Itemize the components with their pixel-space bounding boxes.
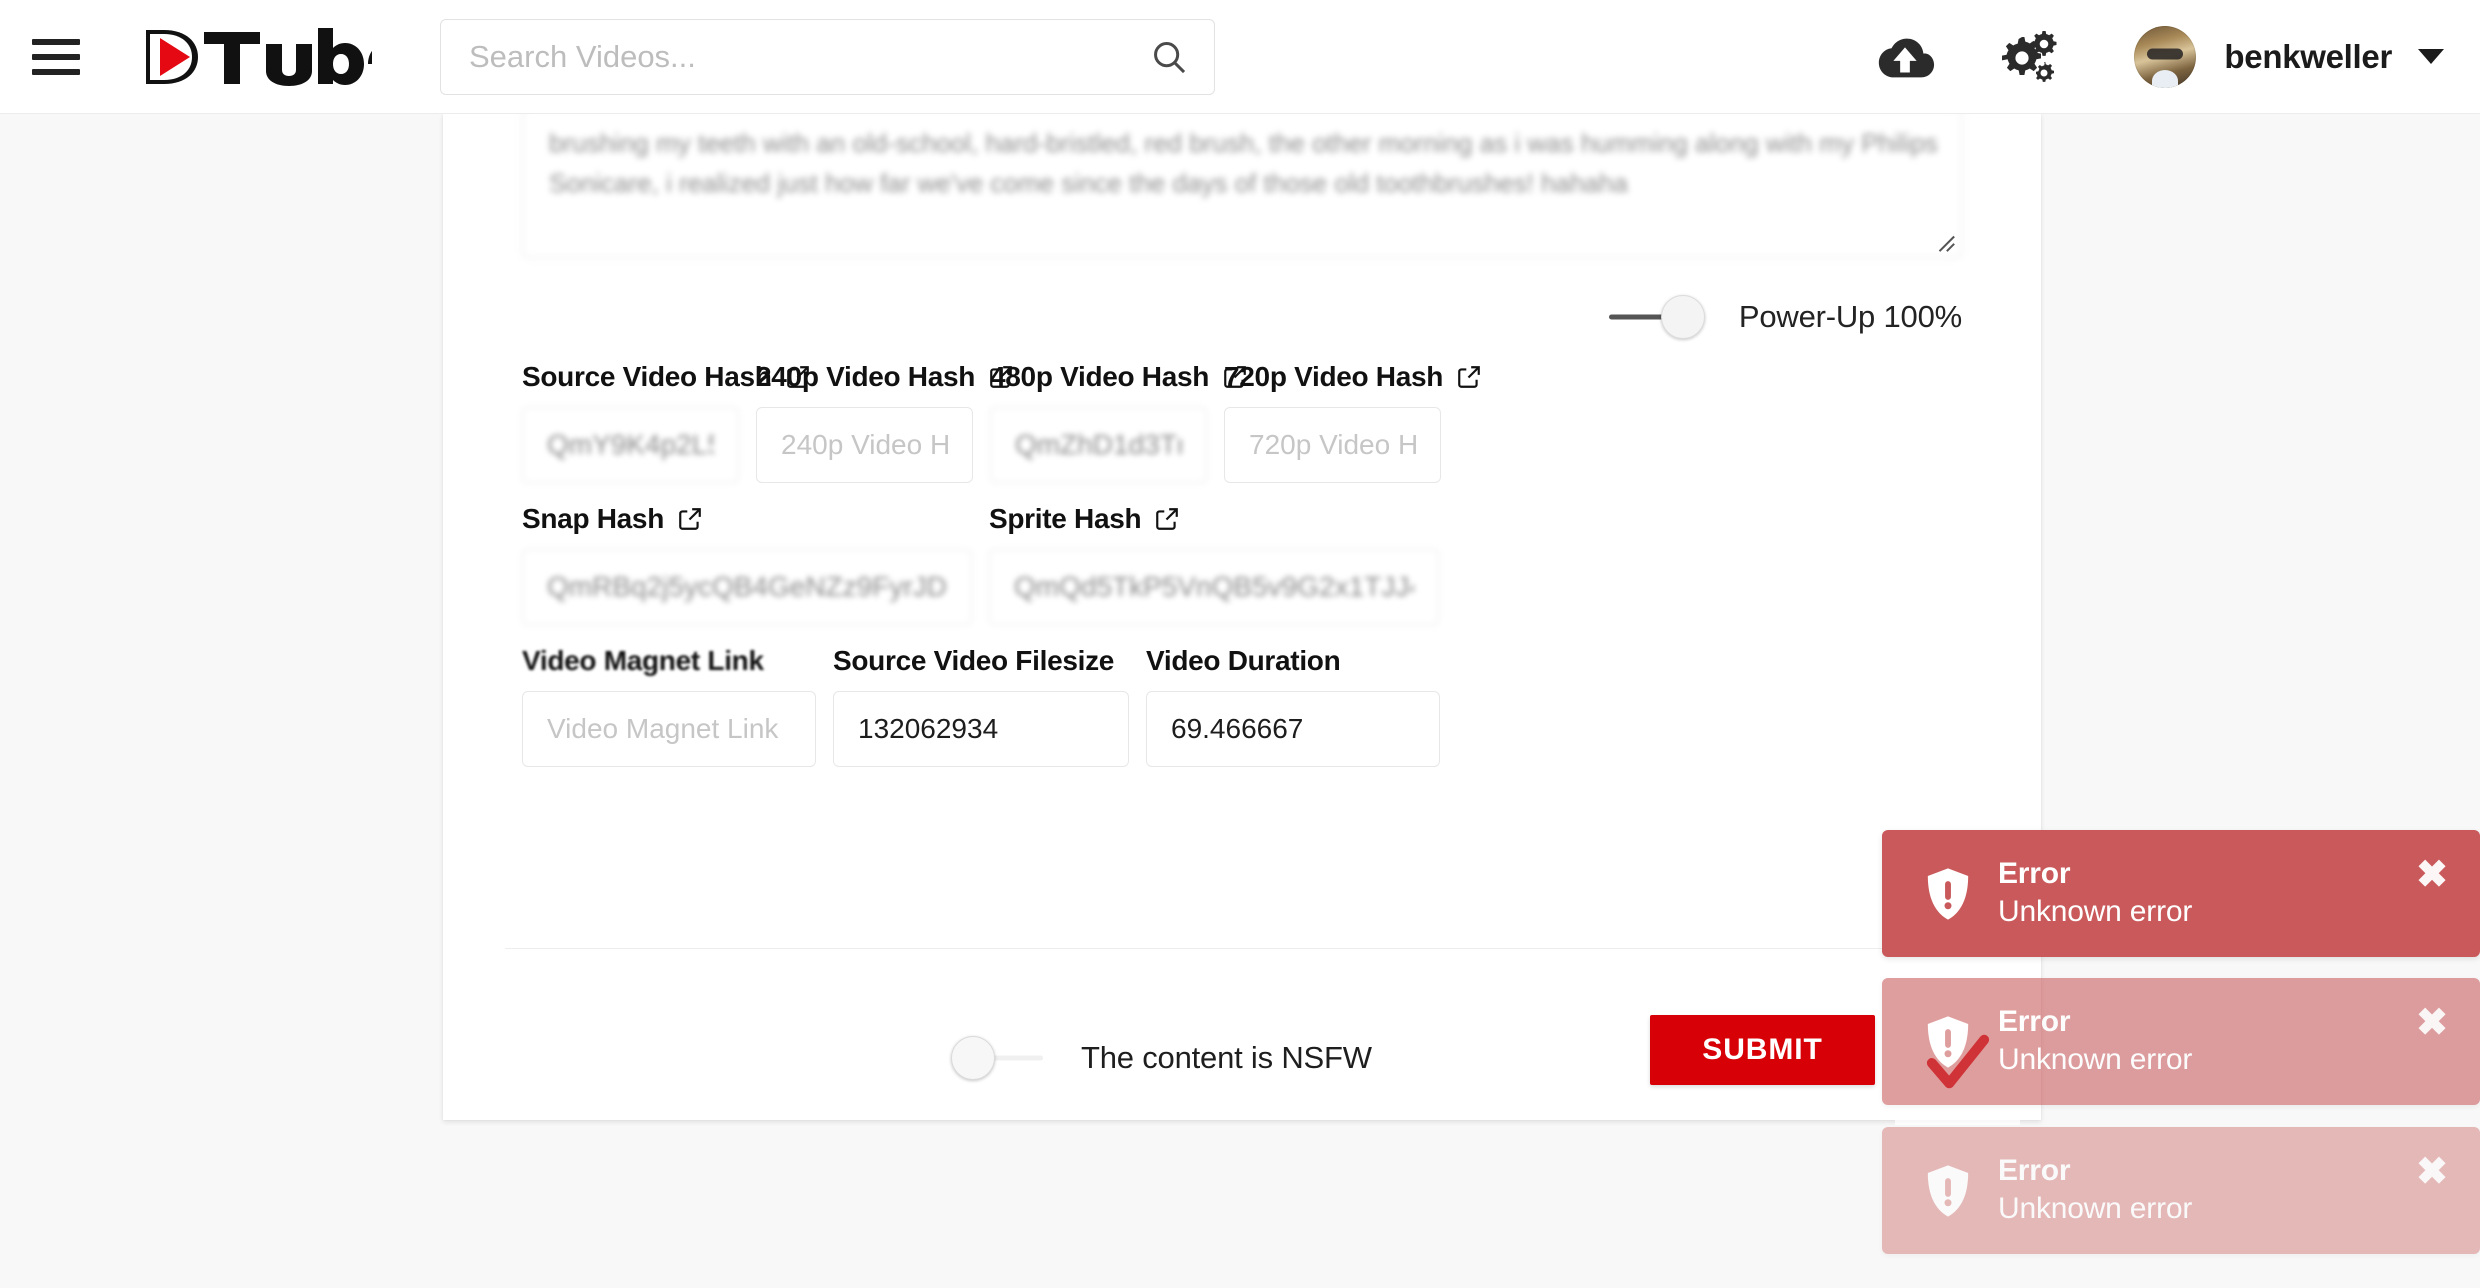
input-video-duration[interactable] <box>1146 691 1440 767</box>
nsfw-label: The content is NSFW <box>1081 1040 1372 1075</box>
toast-text: Error Unknown error <box>1998 856 2192 931</box>
user-avatar[interactable] <box>2134 25 2197 88</box>
input-240p-video-hash[interactable] <box>756 407 973 483</box>
error-toast[interactable]: Error Unknown error ✖ <box>1882 1127 2480 1254</box>
nsfw-toggle[interactable] <box>951 1036 1047 1080</box>
header-actions: benkweller <box>1860 25 2444 88</box>
label-240p-video-hash: 240p Video Hash <box>756 361 1012 393</box>
toggle-knob <box>1660 295 1705 339</box>
shield-exclamation-icon <box>1926 1164 1970 1217</box>
submit-button[interactable]: SUBMIT <box>1650 1015 1875 1085</box>
field-240p-video-hash: 240p Video Hash <box>756 361 1012 483</box>
close-icon[interactable]: ✖ <box>2416 1004 2448 1042</box>
power-up-label: Power-Up 100% <box>1738 299 1962 334</box>
snap-sprite-row: Snap Hash Sprite Hash <box>522 503 1962 625</box>
input-video-magnet-link[interactable] <box>522 691 816 767</box>
input-sprite-hash[interactable] <box>989 549 1439 625</box>
description-textarea[interactable] <box>522 108 1962 258</box>
field-video-duration: Video Duration <box>1146 645 1440 767</box>
section-divider <box>505 948 1979 949</box>
toast-text: Error Unknown error <box>1998 1004 2192 1079</box>
input-720p-video-hash[interactable] <box>1224 407 1441 483</box>
external-link-icon[interactable] <box>1154 506 1180 532</box>
input-source-video-hash[interactable] <box>522 407 739 483</box>
close-icon[interactable]: ✖ <box>2416 1153 2448 1191</box>
toast-title: Error <box>1998 1005 2071 1039</box>
form-footer: The content is NSFW SUBMIT <box>443 998 2041 1118</box>
field-480p-video-hash: 480p Video Hash <box>990 361 1246 483</box>
input-snap-hash[interactable] <box>522 549 972 625</box>
search-input[interactable] <box>441 19 1150 94</box>
shield-exclamation-icon <box>1926 867 1970 920</box>
field-sprite-hash: Sprite Hash <box>989 503 1439 625</box>
field-source-video-filesize: Source Video Filesize <box>833 645 1129 767</box>
toast-title: Error <box>1998 1154 2071 1188</box>
toast-title: Error <box>1998 857 2071 891</box>
toast-message: Unknown error <box>1998 895 2193 929</box>
toggle-knob <box>951 1036 995 1080</box>
toast-message: Unknown error <box>1998 1192 2193 1226</box>
description-field-wrapper <box>522 108 1962 258</box>
top-navbar: benkweller <box>0 0 2480 114</box>
field-source-video-hash: Source Video Hash <box>522 361 809 483</box>
external-link-icon[interactable] <box>677 506 703 532</box>
label-snap-hash: Snap Hash <box>522 503 972 535</box>
gears-settings-icon[interactable] <box>1982 29 2078 85</box>
chevron-down-icon[interactable] <box>2418 49 2444 64</box>
power-up-toggle[interactable] <box>1608 295 1705 339</box>
external-link-icon[interactable] <box>1456 364 1482 390</box>
dtube-logo[interactable] <box>142 22 372 92</box>
label-sprite-hash: Sprite Hash <box>989 503 1439 535</box>
nsfw-group: The content is NSFW <box>951 1036 1372 1080</box>
label-source-video-filesize: Source Video Filesize <box>833 645 1115 676</box>
toast-message: Unknown error <box>1998 1043 2193 1077</box>
cloud-upload-icon[interactable] <box>1860 33 1950 81</box>
input-480p-video-hash[interactable] <box>990 407 1207 483</box>
search-bar[interactable] <box>440 18 1215 95</box>
input-source-video-filesize[interactable] <box>833 691 1129 767</box>
search-icon[interactable] <box>1150 38 1188 76</box>
close-icon[interactable]: ✖ <box>2416 856 2448 894</box>
label-720p-video-hash: 720p Video Hash <box>1224 361 1480 393</box>
shield-exclamation-icon <box>1926 1015 1970 1068</box>
meta-row: Video Magnet Link Source Video Filesize … <box>522 645 1962 767</box>
label-video-duration: Video Duration <box>1146 645 1341 676</box>
error-toast[interactable]: Error Unknown error ✖ <box>1882 978 2480 1105</box>
hamburger-menu-icon[interactable] <box>32 34 86 80</box>
hash-fields-row: Source Video Hash 240p Video Hash <box>522 361 1962 483</box>
toast-text: Error Unknown error <box>1998 1153 2192 1228</box>
field-video-magnet-link: Video Magnet Link <box>522 645 816 767</box>
error-toast[interactable]: Error Unknown error ✖ <box>1882 830 2480 957</box>
label-480p-video-hash: 480p Video Hash <box>990 361 1246 393</box>
power-up-row: Power-Up 100% <box>522 292 1962 342</box>
username-label[interactable]: benkweller <box>2224 38 2392 76</box>
field-720p-video-hash: 720p Video Hash <box>1224 361 1480 483</box>
video-edit-card: Power-Up 100% Source Video Hash <box>443 108 2041 1120</box>
fields-grid: Source Video Hash 240p Video Hash <box>522 361 1962 787</box>
field-snap-hash: Snap Hash <box>522 503 972 625</box>
label-video-magnet-link: Video Magnet Link <box>522 645 764 676</box>
label-source-video-hash: Source Video Hash <box>522 361 809 393</box>
dtube-logo-icon <box>146 27 372 86</box>
